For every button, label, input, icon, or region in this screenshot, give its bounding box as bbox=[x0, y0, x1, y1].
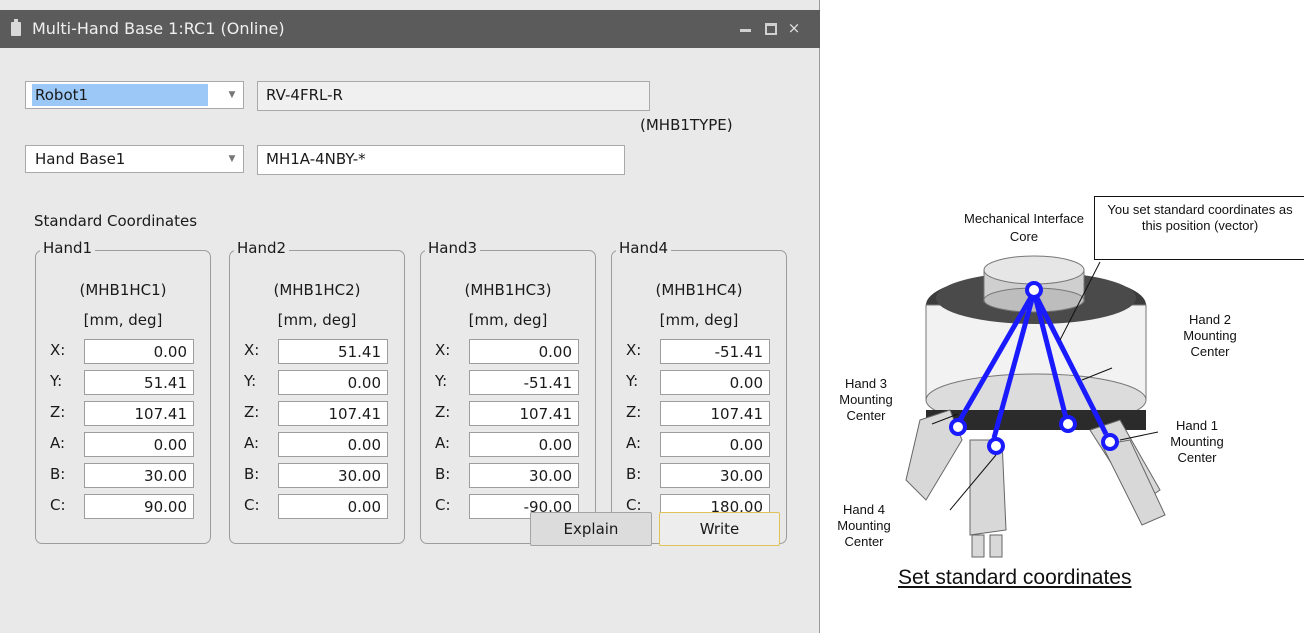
coordinate-input[interactable]: 0.00 bbox=[278, 370, 388, 395]
chevron-down-icon[interactable]: ▼ bbox=[225, 87, 239, 103]
coordinate-input[interactable]: 0.00 bbox=[660, 370, 770, 395]
coordinate-input[interactable]: 107.41 bbox=[84, 401, 194, 426]
coordinate-input[interactable]: 0.00 bbox=[278, 432, 388, 457]
hand2-label: Hand 2 Mounting Center bbox=[1183, 312, 1237, 359]
coordinate-input[interactable]: 0.00 bbox=[84, 432, 194, 457]
coordinate-input[interactable]: 30.00 bbox=[469, 463, 579, 488]
hand-parameter-code: (MHB1HC3) bbox=[464, 281, 552, 299]
window-icon bbox=[11, 19, 21, 36]
unit-label: [mm, deg] bbox=[659, 311, 739, 329]
close-icon: × bbox=[787, 19, 801, 37]
hand-base-model-field[interactable]: MH1A-4NBY-* bbox=[257, 145, 625, 175]
axis-label: A: bbox=[435, 434, 451, 452]
robot-select-value: Robot1 bbox=[32, 84, 208, 106]
coordinate-input[interactable]: 107.41 bbox=[660, 401, 770, 426]
hand-group-2: Hand2 (MHB1HC2) [mm, deg] X: 51.41 Y: 0.00 Z: 10… bbox=[229, 239, 405, 544]
hand-parameter-code: (MHB1HC4) bbox=[655, 281, 743, 299]
axis-label: Y: bbox=[626, 372, 639, 390]
hand-group-4: Hand4 (MHB1HC4) [mm, deg] X: -51.41 Y: 0.00 Z: 1… bbox=[611, 239, 787, 544]
title-bar[interactable]: Multi-Hand Base 1:RC1 (Online) × bbox=[0, 10, 820, 48]
multi-hand-base-window: Multi-Hand Base 1:RC1 (Online) × Robot1 … bbox=[0, 0, 820, 633]
axis-label: A: bbox=[626, 434, 642, 452]
diagram-caption: Set standard coordinates bbox=[898, 566, 1132, 589]
axis-label: X: bbox=[244, 341, 260, 359]
window-content: Robot1 ▼ RV-4FRL-R Hand Base1 ▼ MH1A-4NB… bbox=[0, 48, 820, 633]
hand-group-title: Hand2 bbox=[234, 239, 290, 257]
axis-label: B: bbox=[50, 465, 66, 483]
coordinate-input[interactable]: 30.00 bbox=[278, 463, 388, 488]
coordinate-input[interactable]: 0.00 bbox=[84, 339, 194, 364]
robot-select[interactable]: Robot1 ▼ bbox=[25, 81, 244, 109]
hand-parameter-code: (MHB1HC2) bbox=[273, 281, 361, 299]
axis-label: C: bbox=[244, 496, 260, 514]
hand-parameter-code: (MHB1HC1) bbox=[79, 281, 167, 299]
unit-label: [mm, deg] bbox=[83, 311, 163, 329]
axis-label: A: bbox=[50, 434, 66, 452]
callout-text: You set standard coordinates as this pos… bbox=[1107, 202, 1293, 233]
hand3-label: Hand 3 Mounting Center bbox=[839, 376, 893, 423]
hand-group-1: Hand1 (MHB1HC1) [mm, deg] X: 0.00 Y: 51.41 Z: 10… bbox=[35, 239, 211, 544]
hand-group-title: Hand3 bbox=[425, 239, 481, 257]
axis-label: Y: bbox=[244, 372, 257, 390]
axis-label: Z: bbox=[50, 403, 66, 421]
axis-label: X: bbox=[50, 341, 66, 359]
coordinate-input[interactable]: 30.00 bbox=[660, 463, 770, 488]
axis-label: Y: bbox=[50, 372, 63, 390]
coordinate-input[interactable]: 51.41 bbox=[278, 339, 388, 364]
coordinate-input[interactable]: 30.00 bbox=[84, 463, 194, 488]
coordinate-input[interactable]: 107.41 bbox=[278, 401, 388, 426]
write-button[interactable]: Write bbox=[659, 512, 780, 546]
maximize-icon bbox=[765, 23, 777, 35]
coordinate-input[interactable]: 0.00 bbox=[469, 339, 579, 364]
hand-group-title: Hand1 bbox=[40, 239, 96, 257]
explain-button[interactable]: Explain bbox=[530, 512, 652, 546]
coordinate-input[interactable]: 0.00 bbox=[469, 432, 579, 457]
coordinate-input[interactable]: 0.00 bbox=[660, 432, 770, 457]
axis-label: B: bbox=[626, 465, 642, 483]
close-button[interactable]: × bbox=[784, 18, 804, 38]
axis-label: Z: bbox=[626, 403, 642, 421]
axis-label: Z: bbox=[435, 403, 451, 421]
hand4-label: Hand 4 Mounting Center bbox=[837, 502, 891, 549]
gripper-hands bbox=[905, 409, 1166, 558]
unit-label: [mm, deg] bbox=[277, 311, 357, 329]
chevron-down-icon[interactable]: ▼ bbox=[225, 151, 239, 167]
coordinate-input[interactable]: -51.41 bbox=[469, 370, 579, 395]
hand-group-3: Hand3 (MHB1HC3) [mm, deg] X: 0.00 Y: -51.41 Z: 1… bbox=[420, 239, 596, 544]
minimize-button[interactable] bbox=[736, 18, 756, 38]
axis-label: X: bbox=[626, 341, 642, 359]
hand1-label: Hand 1 Mounting Center bbox=[1170, 418, 1224, 465]
coordinate-input[interactable]: 0.00 bbox=[278, 494, 388, 519]
unit-label: [mm, deg] bbox=[468, 311, 548, 329]
hand-base-select-value: Hand Base1 bbox=[35, 150, 126, 168]
mechanical-interface-label: Mechanical Interface bbox=[964, 211, 1084, 226]
axis-label: C: bbox=[435, 496, 451, 514]
hand-group-title: Hand4 bbox=[616, 239, 672, 257]
maximize-button[interactable] bbox=[760, 18, 780, 38]
axis-label: B: bbox=[244, 465, 260, 483]
standard-coordinates-label: Standard Coordinates bbox=[34, 212, 198, 230]
axis-label: Z: bbox=[244, 403, 260, 421]
axis-label: C: bbox=[50, 496, 66, 514]
core-label: Core bbox=[1009, 229, 1039, 244]
window-title: Multi-Hand Base 1:RC1 (Online) bbox=[32, 19, 285, 38]
robot-model-field: RV-4FRL-R bbox=[257, 81, 650, 111]
axis-label: Y: bbox=[435, 372, 448, 390]
hand-base-select[interactable]: Hand Base1 ▼ bbox=[25, 145, 244, 173]
coordinate-input[interactable]: 90.00 bbox=[84, 494, 194, 519]
axis-label: B: bbox=[435, 465, 451, 483]
minimize-icon bbox=[740, 29, 751, 32]
hand-base-type-label: (MHB1TYPE) bbox=[640, 116, 733, 134]
coordinate-input[interactable]: 51.41 bbox=[84, 370, 194, 395]
coordinate-input[interactable]: -51.41 bbox=[660, 339, 770, 364]
axis-label: X: bbox=[435, 341, 451, 359]
coordinate-input[interactable]: 107.41 bbox=[469, 401, 579, 426]
axis-label: A: bbox=[244, 434, 260, 452]
